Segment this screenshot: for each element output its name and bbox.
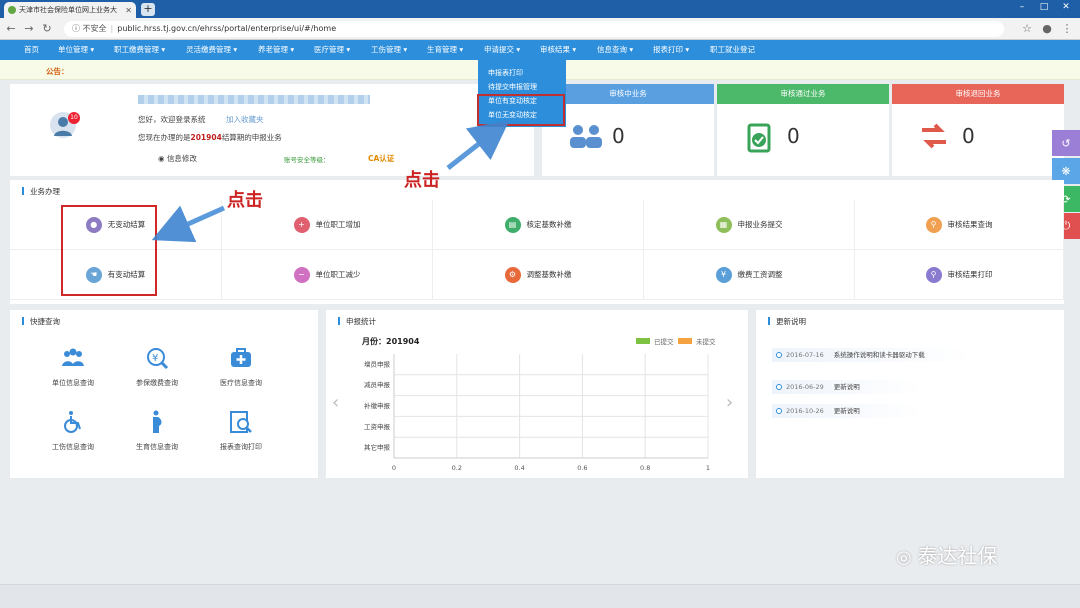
wechat-icon: ◎ (896, 547, 918, 568)
watermark: ◎ 泰达社保 (896, 544, 998, 568)
annotation-click-dropdown: 点击 (404, 170, 440, 191)
annotation-arrows (151, 119, 510, 243)
annotation-click-business: 点击 (227, 190, 263, 211)
